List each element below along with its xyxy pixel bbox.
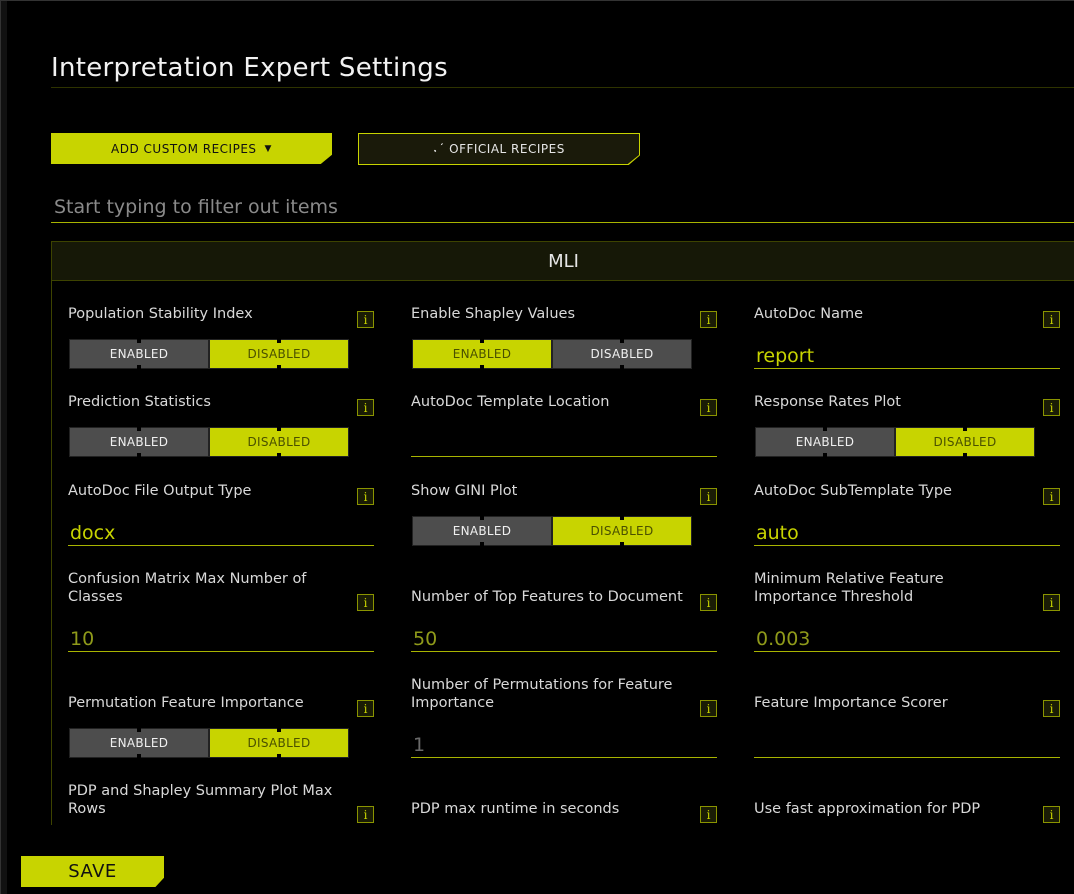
toggle-enable-shapley-values[interactable]: ENABLED DISABLED [412,339,692,369]
setting-label: Number of Top Features to Document [411,588,683,606]
wrench-icon [433,142,444,156]
toggle-enabled-option[interactable]: ENABLED [412,339,552,369]
info-icon[interactable]: i [700,594,717,611]
info-icon[interactable]: i [1043,311,1060,328]
toggle-disabled-option[interactable]: DISABLED [209,728,349,758]
toggle-prediction-statistics[interactable]: ENABLED DISABLED [69,427,349,457]
setting-label: Enable Shapley Values [411,305,683,323]
info-icon[interactable]: i [700,806,717,823]
setting-label: Minimum Relative Feature Importance Thre… [754,570,1026,606]
dialog-title: Interpretation Expert Settings [51,53,448,83]
setting-label: Prediction Statistics [68,393,340,411]
setting-label: Use fast approximation for PDP [754,800,1026,818]
toggle-disabled-option[interactable]: DISABLED [552,516,692,546]
toggle-disabled-option[interactable]: DISABLED [209,339,349,369]
info-icon[interactable]: i [357,311,374,328]
add-custom-recipes-label: ADD CUSTOM RECIPES [111,142,257,156]
toggle-response-rates-plot[interactable]: ENABLED DISABLED [755,427,1035,457]
info-icon[interactable]: i [357,700,374,717]
official-recipes-label: OFFICIAL RECIPES [449,142,565,156]
toggle-disabled-option[interactable]: DISABLED [552,339,692,369]
toggle-disabled-option[interactable]: DISABLED [895,427,1035,457]
setting-label: AutoDoc File Output Type [68,482,340,500]
setting-label: Show GINI Plot [411,482,683,500]
autodoc-name-input[interactable]: report [754,338,1060,369]
setting-label: PDP max runtime in seconds [411,800,683,818]
setting-label: AutoDoc SubTemplate Type [754,482,1026,500]
info-icon[interactable]: i [700,399,717,416]
toggle-enabled-option[interactable]: ENABLED [69,728,209,758]
settings-grid: Population Stability Index i ENABLED DIS… [51,281,1074,825]
info-icon[interactable]: i [1043,488,1060,505]
info-icon[interactable]: i [1043,700,1060,717]
number-of-permutations-input[interactable]: 1 [411,727,717,758]
setting-label: Feature Importance Scorer [754,694,1026,712]
background-strip [1,1,7,894]
feature-importance-scorer-input[interactable] [754,727,1060,758]
toggle-show-gini-plot[interactable]: ENABLED DISABLED [412,516,692,546]
section-title: MLI [548,251,579,272]
info-icon[interactable]: i [700,700,717,717]
autodoc-file-output-type-input[interactable]: docx [68,515,374,546]
info-icon[interactable]: i [357,806,374,823]
number-of-top-features-input[interactable]: 50 [411,621,717,652]
setting-label: Response Rates Plot [754,393,1026,411]
minimum-relative-feature-importance-input[interactable]: 0.003 [754,621,1060,652]
official-recipes-button-border: OFFICIAL RECIPES [358,133,640,165]
info-icon[interactable]: i [357,594,374,611]
toggle-enabled-option[interactable]: ENABLED [412,516,552,546]
caret-down-icon: ▼ [265,144,272,154]
toggle-disabled-option[interactable]: DISABLED [209,427,349,457]
section-header-mli[interactable]: MLI [51,241,1074,281]
title-divider [51,87,1074,88]
setting-label: Confusion Matrix Max Number of Classes [68,570,340,606]
info-icon[interactable]: i [357,399,374,416]
info-icon[interactable]: i [1043,806,1060,823]
info-icon[interactable]: i [700,488,717,505]
toggle-enabled-option[interactable]: ENABLED [755,427,895,457]
autodoc-template-location-input[interactable] [411,426,717,457]
setting-label: AutoDoc Name [754,305,1026,323]
setting-label: PDP and Shapley Summary Plot Max Rows [68,782,340,818]
save-label: SAVE [68,861,117,882]
info-icon[interactable]: i [357,488,374,505]
filter-input[interactable] [51,191,1074,223]
info-icon[interactable]: i [700,311,717,328]
setting-label: AutoDoc Template Location [411,393,683,411]
expert-settings-dialog: Interpretation Expert Settings ADD CUSTO… [0,0,1074,894]
save-button[interactable]: SAVE [21,856,164,887]
confusion-matrix-max-classes-input[interactable]: 10 [68,621,374,652]
info-icon[interactable]: i [1043,594,1060,611]
setting-label: Population Stability Index [68,305,340,323]
info-icon[interactable]: i [1043,399,1060,416]
official-recipes-button[interactable]: OFFICIAL RECIPES [359,134,639,164]
toggle-population-stability-index[interactable]: ENABLED DISABLED [69,339,349,369]
setting-label: Number of Permutations for Feature Impor… [411,676,683,712]
autodoc-subtemplate-type-input[interactable]: auto [754,515,1060,546]
add-custom-recipes-button[interactable]: ADD CUSTOM RECIPES ▼ [51,133,332,164]
toggle-permutation-feature-importance[interactable]: ENABLED DISABLED [69,728,349,758]
toggle-enabled-option[interactable]: ENABLED [69,339,209,369]
toggle-enabled-option[interactable]: ENABLED [69,427,209,457]
setting-label: Permutation Feature Importance [68,694,340,712]
